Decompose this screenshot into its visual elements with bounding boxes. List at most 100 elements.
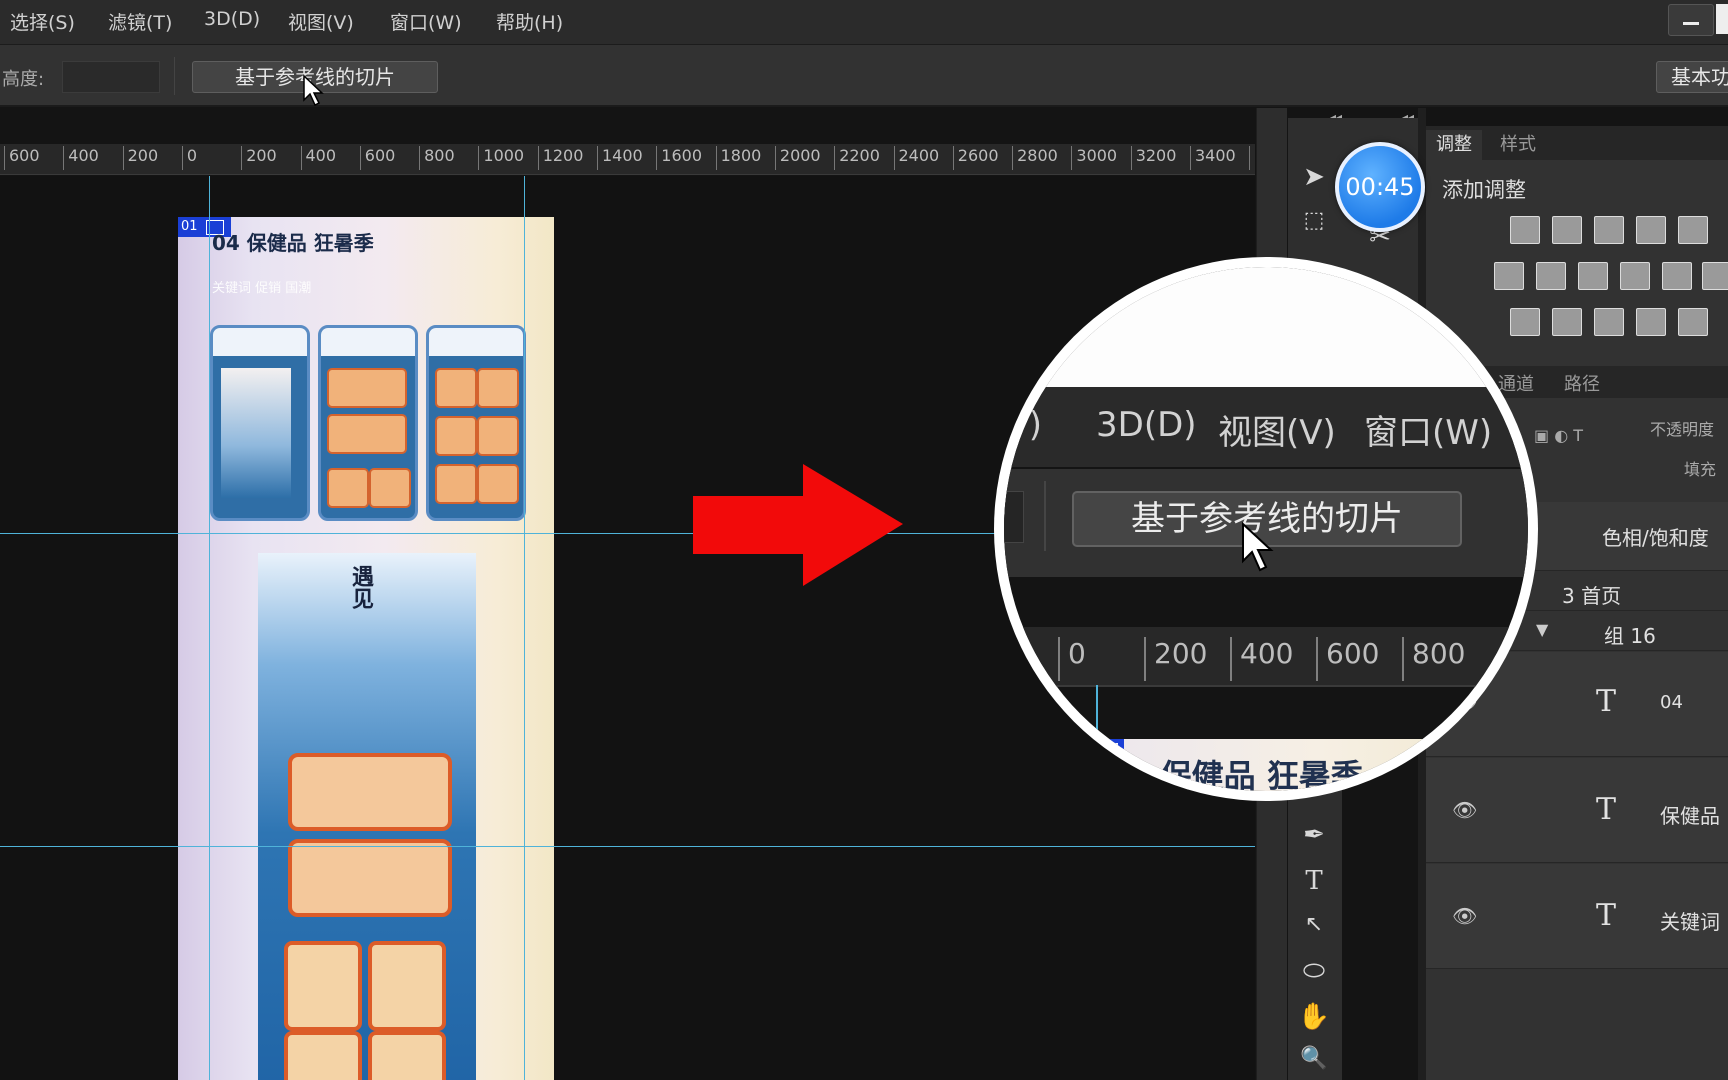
text-layer-icon: T <box>1596 684 1617 719</box>
magnified-ruler-tick: 800 <box>1402 637 1465 681</box>
ruler-tick-label: 1600 <box>656 146 702 170</box>
window-edge <box>1716 4 1728 34</box>
magnified-ruler-tick: 200 <box>1144 637 1207 681</box>
workspace-button[interactable]: 基本功 <box>1656 61 1728 93</box>
layer-name: 关键词 <box>1660 910 1720 934</box>
menu-help[interactable]: 帮助(H) <box>496 8 563 35</box>
vertical-guide[interactable] <box>524 176 525 1080</box>
horizontal-ruler: 600 400 200 0 200 400 600 800 1000 1200 1400 1600 18… <box>0 144 1255 175</box>
document-subtitle: 关键词 促销 国潮 <box>212 281 312 296</box>
magnified-menu-item: 窗口(W) <box>1364 413 1493 453</box>
layer-name: 色相/饱和度 <box>1602 526 1709 550</box>
marquee-tool-icon[interactable]: ⬚ <box>1294 208 1334 233</box>
path-selection-tool-icon[interactable]: ↖ <box>1294 912 1334 937</box>
ruler-tick-label: 2600 <box>952 146 999 170</box>
menu-3d[interactable]: 3D(D) <box>204 8 260 30</box>
ruler-tick-label: 1200 <box>537 146 583 170</box>
phone-mockup <box>426 325 526 521</box>
product-card <box>288 839 452 917</box>
magnified-menu-item: 3D(D) <box>1096 405 1197 445</box>
options-bar: 高度: 基于参考线的切片 基本功 <box>0 45 1728 107</box>
visibility-eye-icon[interactable]: 👁 <box>1452 904 1477 928</box>
tab-adjustments[interactable]: 调整 <box>1426 130 1482 160</box>
red-arrow-body <box>693 496 803 554</box>
hand-tool-icon[interactable]: ✋ <box>1294 1002 1334 1032</box>
layer-name: 3 首页 <box>1562 584 1622 608</box>
tab-paths[interactable]: 路径 <box>1554 370 1610 400</box>
ruler-tick-label: 200 <box>122 146 158 170</box>
magnified-ruler-tick: 600 <box>1316 637 1379 681</box>
layer-name: 保健品 <box>1660 804 1720 828</box>
curves-icon[interactable] <box>1594 216 1624 244</box>
tab-styles[interactable]: 样式 <box>1490 130 1546 160</box>
product-card <box>288 753 452 831</box>
menu-select[interactable]: 选择(S) <box>10 8 75 35</box>
ruler-tick-label: 600 <box>359 146 395 170</box>
add-adjustment-title: 添加调整 <box>1442 178 1526 202</box>
layer-filter-icons[interactable]: ▣ ◐ T <box>1534 426 1583 445</box>
magnified-document-title: 04 保健品 狂暑季 <box>1104 757 1363 791</box>
gradient-map-icon[interactable] <box>1678 308 1708 336</box>
magnified-menu-item: T) <box>1008 405 1043 445</box>
magnified-menu-item: 视图(V) <box>1218 413 1336 453</box>
visibility-eye-icon[interactable]: 👁 <box>1452 798 1477 822</box>
divider <box>174 57 175 95</box>
ruler-tick-label: 3400 <box>1190 146 1236 170</box>
magnified-ruler: 0 200 400 600 800 <box>1004 627 1528 687</box>
channel-mixer-icon[interactable] <box>1662 262 1692 290</box>
ruler-tick-label: 400 <box>300 146 336 170</box>
menu-window[interactable]: 窗口(W) <box>390 8 462 35</box>
color-balance-icon[interactable] <box>1536 262 1566 290</box>
long-page-title: 遇见 <box>348 565 373 609</box>
selective-color-icon[interactable] <box>1636 308 1666 336</box>
levels-icon[interactable] <box>1552 216 1582 244</box>
layer-row[interactable]: 👁 T 关键词 <box>1426 864 1728 969</box>
brightness-icon[interactable] <box>1510 216 1540 244</box>
pen-tool-icon[interactable]: ✒ <box>1294 820 1334 850</box>
menu-bar: 选择(S) 滤镜(T) 3D(D) 视图(V) 窗口(W) 帮助(H) <box>0 0 1728 45</box>
ruler-tick-label: 2000 <box>774 146 821 170</box>
mouse-cursor-icon <box>1242 521 1274 572</box>
product-card <box>368 1031 446 1080</box>
ruler-tick-label: 2400 <box>893 146 939 170</box>
expand-triangle-icon[interactable]: ▼ <box>1536 620 1548 639</box>
ruler-tick-label: 0 <box>181 146 197 170</box>
document-title: 04 保健品 狂暑季 <box>212 231 374 255</box>
menu-view[interactable]: 视图(V) <box>288 8 354 35</box>
ruler-tick-label: 2200 <box>834 146 880 170</box>
height-field[interactable] <box>62 61 160 93</box>
product-card <box>368 941 446 1031</box>
horizontal-guide[interactable] <box>0 846 1255 847</box>
recording-timer: 00:45 <box>1335 142 1425 232</box>
ruler-tick-label: 600 <box>4 146 40 170</box>
color-lookup-icon[interactable] <box>1702 262 1728 290</box>
ruler-tick-label: 1800 <box>715 146 761 170</box>
ellipse-tool-icon[interactable]: ⬭ <box>1294 956 1334 987</box>
phone-mockup <box>318 325 418 521</box>
fill-label: 填充 <box>1684 460 1717 479</box>
exposure-icon[interactable] <box>1636 216 1666 244</box>
layer-name: 04 <box>1660 692 1683 713</box>
vertical-guide[interactable] <box>209 176 210 1080</box>
black-white-icon[interactable] <box>1578 262 1608 290</box>
threshold-icon[interactable] <box>1594 308 1624 336</box>
posterize-icon[interactable] <box>1552 308 1582 336</box>
vibrance-icon[interactable] <box>1678 216 1708 244</box>
height-label: 高度: <box>2 69 45 90</box>
mouse-cursor-icon <box>303 74 324 107</box>
photo-filter-icon[interactable] <box>1620 262 1650 290</box>
zoom-tool-icon[interactable]: 🔍 <box>1294 1046 1334 1071</box>
magnified-document: 04 保健品 狂暑季 <box>1004 739 1528 791</box>
magnified-ruler-tick: 400 <box>1230 637 1293 681</box>
panel-tabs: 调整 样式 <box>1426 126 1728 160</box>
minimize-button[interactable] <box>1668 4 1714 36</box>
type-tool-icon[interactable]: T <box>1294 866 1334 896</box>
ruler-tick-label: 1000 <box>478 146 524 170</box>
magnifier-callout: T) 3D(D) 视图(V) 窗口(W) 基于参考线的切片 0 200 400 600… <box>994 257 1538 801</box>
ruler-tick-label: 400 <box>63 146 99 170</box>
document-artboard: 01 04 保健品 狂暑季 关键词 促销 国潮 遇见 <box>178 217 554 1080</box>
product-card <box>284 1031 362 1080</box>
ruler-tick-label: 3200 <box>1130 146 1176 170</box>
move-tool-icon[interactable]: ➤ <box>1294 162 1334 192</box>
menu-filter[interactable]: 滤镜(T) <box>108 8 172 35</box>
